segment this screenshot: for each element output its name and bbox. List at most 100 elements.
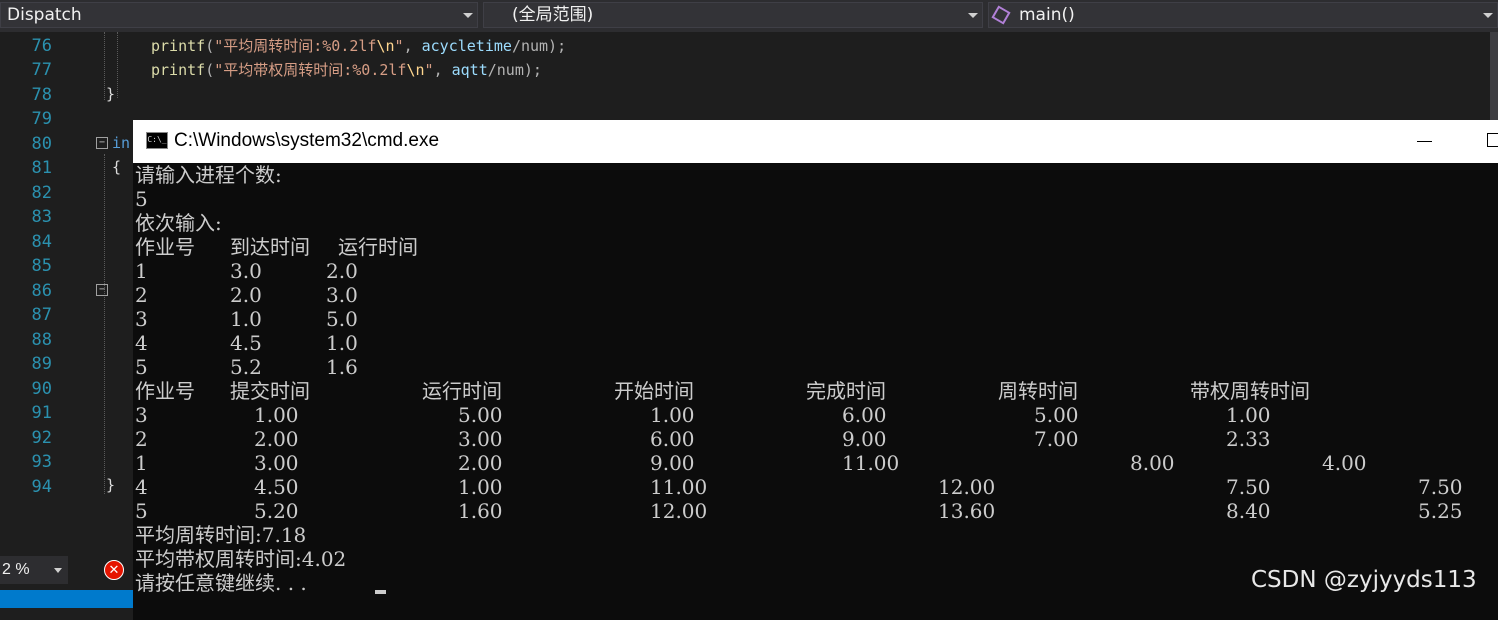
line-number: 88: [31, 330, 52, 350]
indent-guide: [104, 32, 105, 100]
result-cell: 7.50: [1418, 475, 1463, 499]
cmd-icon: C:\_: [146, 132, 168, 149]
code-line-76: printf("平均周转时间:%0.2lf\n", acycletime/num…: [151, 37, 567, 55]
result-cell: 7.00: [1034, 427, 1079, 451]
result-cell: 1.00: [254, 403, 299, 427]
result-header-runtime: 运行时间: [422, 379, 502, 403]
result-cell: 5: [135, 499, 148, 523]
avg-turnaround: 平均周转时间:7.18: [135, 523, 307, 547]
result-cell: 1.60: [458, 499, 503, 523]
line-number: 93: [31, 452, 52, 472]
input-header-runtime: 运行时间: [338, 235, 418, 259]
result-cell: 9.00: [650, 451, 695, 475]
zoom-dropdown[interactable]: 2 %: [0, 556, 68, 584]
line-number: 85: [31, 256, 52, 276]
line-number: 89: [31, 354, 52, 374]
result-cell: 3: [135, 403, 148, 427]
input-cell: 5: [135, 355, 148, 379]
line-number: 83: [31, 207, 52, 227]
minimize-button[interactable]: [1417, 141, 1432, 142]
result-cell: 2.00: [254, 427, 299, 451]
indent-guide: [117, 32, 118, 98]
count-value: 5: [135, 187, 148, 211]
input-cell: 3.0: [230, 259, 262, 283]
code-line-77: printf("平均带权周转时间:%0.2lf\n", aqtt/num);: [151, 61, 542, 79]
result-header-job: 作业号: [135, 379, 195, 403]
function-scope-dropdown[interactable]: main(): [988, 2, 1498, 28]
project-scope-dropdown[interactable]: Dispatch: [0, 2, 478, 28]
result-cell: 1: [135, 451, 148, 475]
input-header-job: 作业号: [135, 235, 195, 259]
input-cell: 5.2: [230, 355, 262, 379]
watermark: CSDN @zyjyyds113: [1251, 567, 1477, 593]
result-cell: 5.00: [458, 403, 503, 427]
result-cell: 4.00: [1322, 451, 1367, 475]
line-number: 76: [31, 36, 52, 56]
input-cell: 1: [135, 259, 148, 283]
global-scope-label: (全局范围): [512, 5, 594, 25]
result-header-submit: 提交时间: [230, 379, 310, 403]
prompt-input: 依次输入:: [135, 211, 222, 235]
error-icon[interactable]: ✕: [104, 560, 124, 580]
code-line-78: }: [106, 85, 116, 103]
collapse-icon[interactable]: −: [96, 137, 108, 149]
result-cell: 2.33: [1226, 427, 1271, 451]
prompt-count: 请输入进程个数:: [135, 163, 282, 187]
line-number: 92: [31, 428, 52, 448]
chevron-down-icon: [1483, 13, 1493, 18]
chevron-down-icon: [968, 13, 978, 18]
result-cell: 7.50: [1226, 475, 1271, 499]
result-cell: 5.00: [1034, 403, 1079, 427]
result-cell: 2.00: [458, 451, 503, 475]
cmd-title-bar[interactable]: C:\_ C:\Windows\system32\cmd.exe: [133, 120, 1498, 163]
input-header-arrival: 到达时间: [230, 235, 310, 259]
result-cell: 1.00: [650, 403, 695, 427]
input-cell: 5.0: [326, 307, 358, 331]
input-cell: 4: [135, 331, 148, 355]
status-bar: [0, 590, 140, 608]
cube-icon: [991, 5, 1011, 25]
navigation-bar: Dispatch (全局范围) main(): [0, 0, 1498, 32]
result-cell: 1.00: [458, 475, 503, 499]
result-header-start: 开始时间: [614, 379, 694, 403]
line-number: 82: [31, 183, 52, 203]
maximize-button[interactable]: [1487, 133, 1498, 147]
zoom-level: 2 %: [2, 561, 30, 578]
result-cell: 8.00: [1130, 451, 1175, 475]
project-scope-label: Dispatch: [7, 5, 82, 25]
result-cell: 11.00: [650, 475, 708, 499]
input-cell: 2.0: [326, 259, 358, 283]
result-cell: 5.25: [1418, 499, 1463, 523]
editor-scrollbar[interactable]: [1490, 32, 1498, 132]
press-any-key: 请按任意键继续. . .: [135, 571, 307, 595]
result-header-weighted: 带权周转时间: [1190, 379, 1310, 403]
input-cell: 3.0: [326, 283, 358, 307]
result-cell: 11.00: [842, 451, 900, 475]
input-cell: 4.5: [230, 331, 262, 355]
result-cell: 12.00: [938, 475, 996, 499]
input-cell: 1.0: [326, 331, 358, 355]
result-cell: 12.00: [650, 499, 708, 523]
result-cell: 13.60: [938, 499, 996, 523]
text-cursor: [375, 590, 386, 594]
line-number: 94: [31, 477, 52, 497]
line-number: 87: [31, 305, 52, 325]
global-scope-dropdown[interactable]: (全局范围): [483, 2, 983, 28]
avg-weighted-turnaround: 平均带权周转时间:4.02: [135, 547, 347, 571]
input-cell: 3: [135, 307, 148, 331]
line-number: 86: [31, 281, 52, 301]
input-cell: 1.6: [326, 355, 358, 379]
chevron-down-icon: [54, 568, 62, 573]
result-cell: 5.20: [254, 499, 299, 523]
result-cell: 2: [135, 427, 148, 451]
code-line-94: }: [106, 476, 116, 494]
input-cell: 2.0: [230, 283, 262, 307]
line-number: 81: [31, 158, 52, 178]
console-output: 请输入进程个数: 5 依次输入: 作业号 到达时间 运行时间 1 3.0 2.0…: [135, 163, 1498, 620]
collapse-icon[interactable]: −: [96, 284, 108, 296]
result-header-finish: 完成时间: [806, 379, 886, 403]
cmd-window[interactable]: C:\_ C:\Windows\system32\cmd.exe 请输入进程个数…: [133, 120, 1498, 620]
result-cell: 9.00: [842, 427, 887, 451]
result-cell: 6.00: [650, 427, 695, 451]
line-number: 80: [31, 134, 52, 154]
